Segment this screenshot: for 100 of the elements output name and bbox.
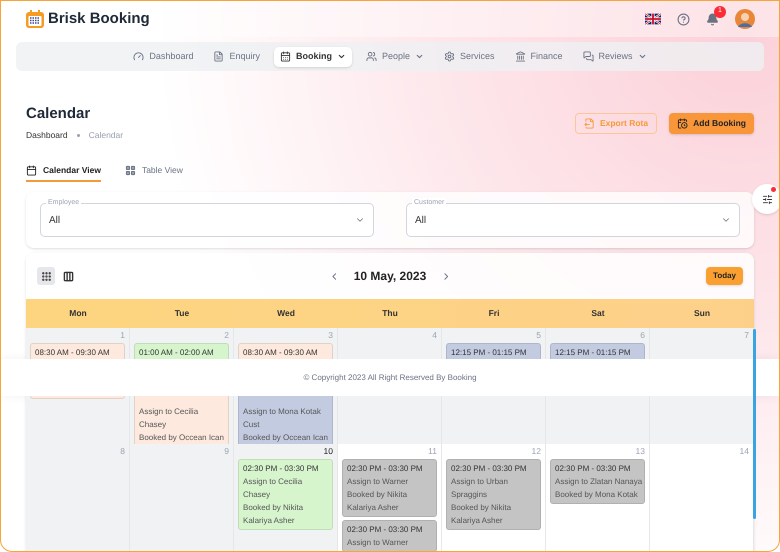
column-view-icon — [62, 270, 74, 282]
event-time: 12:15 PM - 01:15 PM — [451, 347, 528, 359]
grid-icon — [124, 164, 136, 176]
weekday-header: Wed — [276, 307, 296, 320]
page-title: Calendar — [26, 105, 92, 123]
event-time: 01:00 AM - 02:00 AM — [139, 347, 215, 359]
day-number: 3 — [328, 330, 333, 340]
calendar-date: 10 May, 2023 — [354, 268, 426, 285]
event-text: Assign to Warner — [347, 537, 410, 549]
add-booking-button[interactable]: Add Booking — [669, 113, 754, 134]
booking-event[interactable]: 02:30 PM - 03:30 PM Assign to Zlatan Nanaya Booked by Mona Kotak — [550, 459, 645, 504]
view-tab[interactable]: Calendar View — [26, 160, 101, 182]
event-text: Kalariya Asher — [243, 515, 296, 527]
day-cell[interactable] — [338, 396, 442, 447]
event-text: Chasey — [139, 419, 168, 431]
sliders-icon — [762, 194, 772, 204]
booking-event[interactable]: 08:30 AM - 09:30 AM — [30, 343, 125, 359]
select-field[interactable]: All — [406, 203, 740, 237]
day-cell[interactable]: 6 12:15 PM - 01:15 PM — [546, 328, 650, 359]
day-cell[interactable] — [442, 396, 546, 447]
weekday-header: Mon — [68, 307, 88, 320]
copyright-text: © Copyright 2023 All Right Reserved By Booking — [303, 372, 477, 384]
day-cell[interactable]: 11 02:30 PM - 03:30 PM Assign to Warner Booked by Nikita Kalariya Asher 02:30 PM - 03:30 PM Assign to Warner — [338, 444, 442, 551]
nav-item[interactable]: Reviews — [576, 46, 653, 66]
event-text: Booked by Occean Ican — [243, 432, 328, 444]
weekday-header: Sun — [692, 307, 712, 320]
event-text: Booked by Mona Kotak — [555, 489, 639, 501]
gauge-icon — [133, 51, 144, 62]
day-cell[interactable]: 5 12:15 PM - 01:15 PM — [442, 328, 546, 359]
day-number: 8 — [120, 446, 125, 456]
users-icon — [366, 51, 377, 62]
today-button[interactable]: Today — [706, 267, 743, 285]
booking-event[interactable]: 08:30 AM - 09:30 AM — [238, 343, 333, 359]
booking-event[interactable]: 01:00 AM - 02:00 AM — [134, 343, 229, 359]
event-time: 02:30 PM - 03:30 PM — [451, 463, 528, 475]
event-text: Booked by Nikita — [243, 502, 304, 514]
booking-event[interactable]: 02:30 PM - 03:30 PM Assign to Warner — [342, 520, 437, 551]
day-number: 11 — [428, 446, 437, 456]
day-number: 6 — [640, 330, 645, 340]
avatar[interactable] — [735, 9, 755, 29]
day-cell[interactable]: 1 08:30 AM - 09:30 AM — [26, 328, 130, 359]
booking-event[interactable]: 02:30 PM - 03:30 PM Assign to Urban Spraggins Booked by Nikita Kalariya Asher — [446, 459, 541, 530]
document-icon — [213, 51, 224, 62]
event-text: Assign to Zlatan Nanaya — [555, 476, 640, 488]
breadcrumb-link[interactable]: Dashboard — [26, 129, 68, 141]
calendar-icon — [26, 164, 37, 176]
booking-event[interactable]: 12:15 PM - 01:15 PM — [446, 343, 541, 359]
day-cell[interactable] — [26, 396, 130, 447]
nav-item[interactable]: Dashboard — [127, 46, 200, 66]
day-cell[interactable]: 2 01:00 AM - 02:00 AM — [130, 328, 234, 359]
event-time: 02:30 PM - 03:30 PM — [347, 524, 424, 536]
weekday-header: Fri — [488, 307, 500, 320]
view-tab[interactable]: Table View — [124, 160, 183, 182]
day-cell[interactable]: 13 02:30 PM - 03:30 PM Assign to Zlatan Nanaya Booked by Mona Kotak — [546, 444, 650, 551]
event-time: 02:30 PM - 03:30 PM — [347, 463, 424, 475]
event-text: Kalariya Asher — [451, 515, 504, 527]
day-number: 14 — [740, 446, 749, 456]
chevron-down-icon — [336, 52, 346, 61]
event-time: 08:30 AM - 09:30 AM — [35, 347, 111, 359]
settings-icon — [444, 51, 455, 62]
event-text: Kalariya Asher — [347, 502, 400, 514]
field-value: All — [415, 214, 426, 228]
event-text: Booked by Nikita — [451, 502, 512, 514]
help-icon[interactable] — [677, 12, 690, 26]
day-cell[interactable]: 12 02:30 PM - 03:30 PM Assign to Urban Spraggins Booked by Nikita Kalariya Asher — [442, 444, 546, 551]
booking-event[interactable]: 02:30 PM - 03:30 PM Assign to Warner Booked by Nikita Kalariya Asher — [342, 459, 437, 517]
event-text: Spraggins — [451, 489, 488, 501]
event-time: 02:30 PM - 03:30 PM — [243, 463, 320, 475]
day-number: 9 — [224, 446, 229, 456]
nav-item[interactable]: Services — [438, 46, 501, 66]
nav-item[interactable]: Booking — [274, 46, 352, 66]
event-text: Cust — [243, 419, 260, 431]
day-number: 5 — [536, 330, 541, 340]
booking-event[interactable]: 12:15 PM - 01:15 PM — [550, 343, 645, 359]
view-mode-button[interactable] — [37, 267, 55, 285]
day-number: 1 — [120, 330, 125, 340]
event-text: Booked by Nikita — [347, 489, 408, 501]
event-time: 08:30 AM - 09:30 AM — [243, 347, 319, 359]
day-number: 4 — [432, 330, 437, 340]
settings-float-button[interactable] — [752, 184, 779, 214]
day-cell[interactable]: 3 08:30 AM - 09:30 AM — [234, 328, 338, 359]
bell-icon[interactable] — [706, 12, 719, 26]
nav-item[interactable]: Enquiry — [207, 46, 266, 66]
flag-icon[interactable] — [645, 13, 661, 25]
booking-event[interactable]: 02:30 PM - 03:30 PM Assign to Cecilia Chasey Booked by Nikita Kalariya Asher — [238, 459, 333, 530]
nav-item[interactable]: Finance — [508, 46, 569, 66]
day-cell[interactable]: 10 02:30 PM - 03:30 PM Assign to Cecilia Chasey Booked by Nikita Kalariya Asher — [234, 444, 338, 551]
nav-item[interactable]: People — [360, 46, 430, 66]
event-text: Assign to Urban — [451, 476, 509, 488]
weekday-header: Thu — [381, 307, 399, 320]
weekday-header: Sat — [590, 307, 606, 320]
grid-view-icon — [40, 270, 52, 282]
logo-icon — [25, 9, 45, 29]
day-cell[interactable] — [650, 396, 754, 447]
event-text: Assign to Cecilia — [139, 406, 200, 418]
calendar-clock-icon — [677, 118, 688, 129]
field-value: All — [49, 214, 60, 228]
chevron-down-icon — [415, 52, 424, 61]
event-text: Assign to Warner — [347, 476, 410, 488]
day-cell[interactable] — [546, 396, 650, 447]
